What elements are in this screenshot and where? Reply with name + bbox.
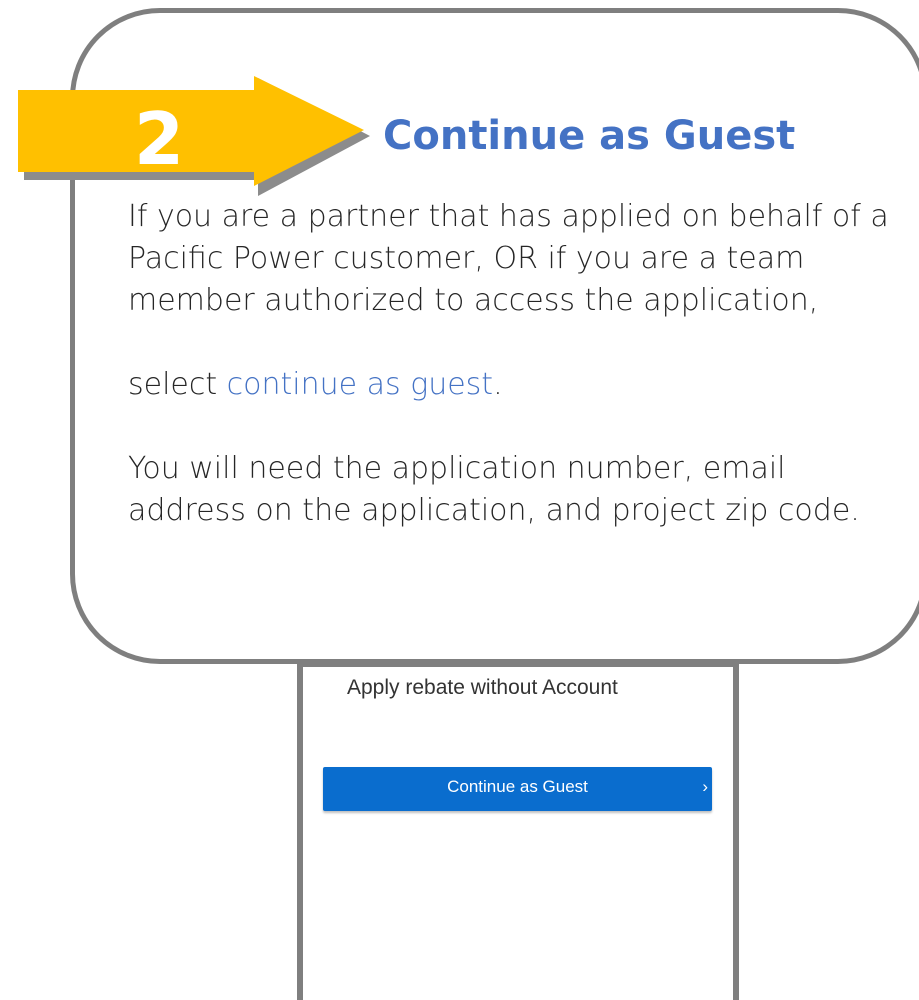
select-paragraph: select continue as guest. bbox=[128, 364, 908, 406]
select-suffix: . bbox=[493, 367, 503, 402]
step-arrow-shape bbox=[18, 76, 364, 186]
step-arrow bbox=[18, 76, 370, 196]
continue-as-guest-button[interactable]: Continue as Guest › bbox=[323, 767, 712, 811]
chevron-right-icon: › bbox=[702, 777, 708, 796]
step-title: Continue as Guest bbox=[383, 113, 796, 159]
instruction-text: If you are a partner that has applied on… bbox=[128, 196, 908, 532]
guest-panel-screenshot bbox=[297, 661, 739, 1000]
intro-paragraph: If you are a partner that has applied on… bbox=[128, 199, 889, 318]
step-number: 2 bbox=[134, 97, 185, 181]
requirements-paragraph: You will need the application number, em… bbox=[128, 451, 860, 528]
continue-as-guest-link[interactable]: continue as guest bbox=[227, 367, 493, 402]
instruction-slide: 2 Continue as Guest If you are a partner… bbox=[0, 0, 919, 1000]
select-prefix: select bbox=[128, 367, 227, 402]
guest-panel-heading: Apply rebate without Account bbox=[347, 676, 618, 699]
continue-as-guest-button-label: Continue as Guest bbox=[447, 777, 588, 796]
